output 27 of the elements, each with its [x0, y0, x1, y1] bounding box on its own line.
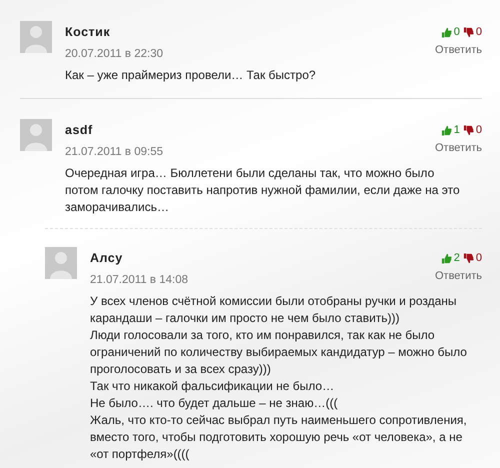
avatar-icon	[45, 247, 77, 279]
comment-date: 20.07.2011 в 22:30	[65, 48, 164, 60]
comment-text: У всех членов счётной комиссии были отобраны ручки и розданы карандаши – галочки им просто не чем было ставить))) Люди голосовали за того, кто им понравился, так как не было ограничений по количеству выбираемых кандидатур – можно было проголосовать и за всех сразу))) Так что никакой фальсификации не было… Не было…. что будет дальше – не знаю…((( Жаль, что кто-то сейчас выбрал путь наименьшего сопротивления, вместо того, чтобы подготовить хорошую речь «от человека», а не «от портфеля»((((	[90, 293, 468, 463]
likes-count: 0	[454, 26, 460, 38]
avatar-icon	[20, 21, 52, 53]
likes-count: 1	[454, 124, 460, 136]
dislikes-count: 0	[476, 124, 482, 136]
author-name: Костик	[65, 25, 112, 39]
thumbs-down-icon[interactable]	[462, 252, 474, 264]
thumbs-down-icon[interactable]	[462, 26, 474, 38]
thumbs-up-icon[interactable]	[440, 252, 452, 264]
reply-link[interactable]: Ответить	[434, 142, 482, 154]
reply-link[interactable]: Ответить	[434, 270, 482, 282]
comment-text: Как – уже праймериз провели… Так быстро?	[65, 67, 317, 84]
likes-count: 2	[454, 252, 460, 264]
reply-link[interactable]: Ответить	[434, 44, 482, 56]
author-name: asdf	[65, 123, 94, 137]
thumbs-down-icon[interactable]	[462, 124, 474, 136]
comment-text: Очередная игра… Бюллетени были сделаны так, что можно было потом галочку поставить напротив нужной фамилии, если даже на это заморачивались…	[65, 165, 460, 216]
dislikes-count: 0	[476, 26, 482, 38]
comment-date: 21.07.2011 в 09:55	[65, 146, 164, 158]
thumbs-up-icon[interactable]	[440, 124, 452, 136]
author-name: Алсу	[90, 251, 124, 265]
avatar-icon	[20, 119, 52, 151]
comment-date: 21.07.2011 в 14:08	[90, 274, 189, 286]
dislikes-count: 0	[476, 252, 482, 264]
thumbs-up-icon[interactable]	[440, 26, 452, 38]
